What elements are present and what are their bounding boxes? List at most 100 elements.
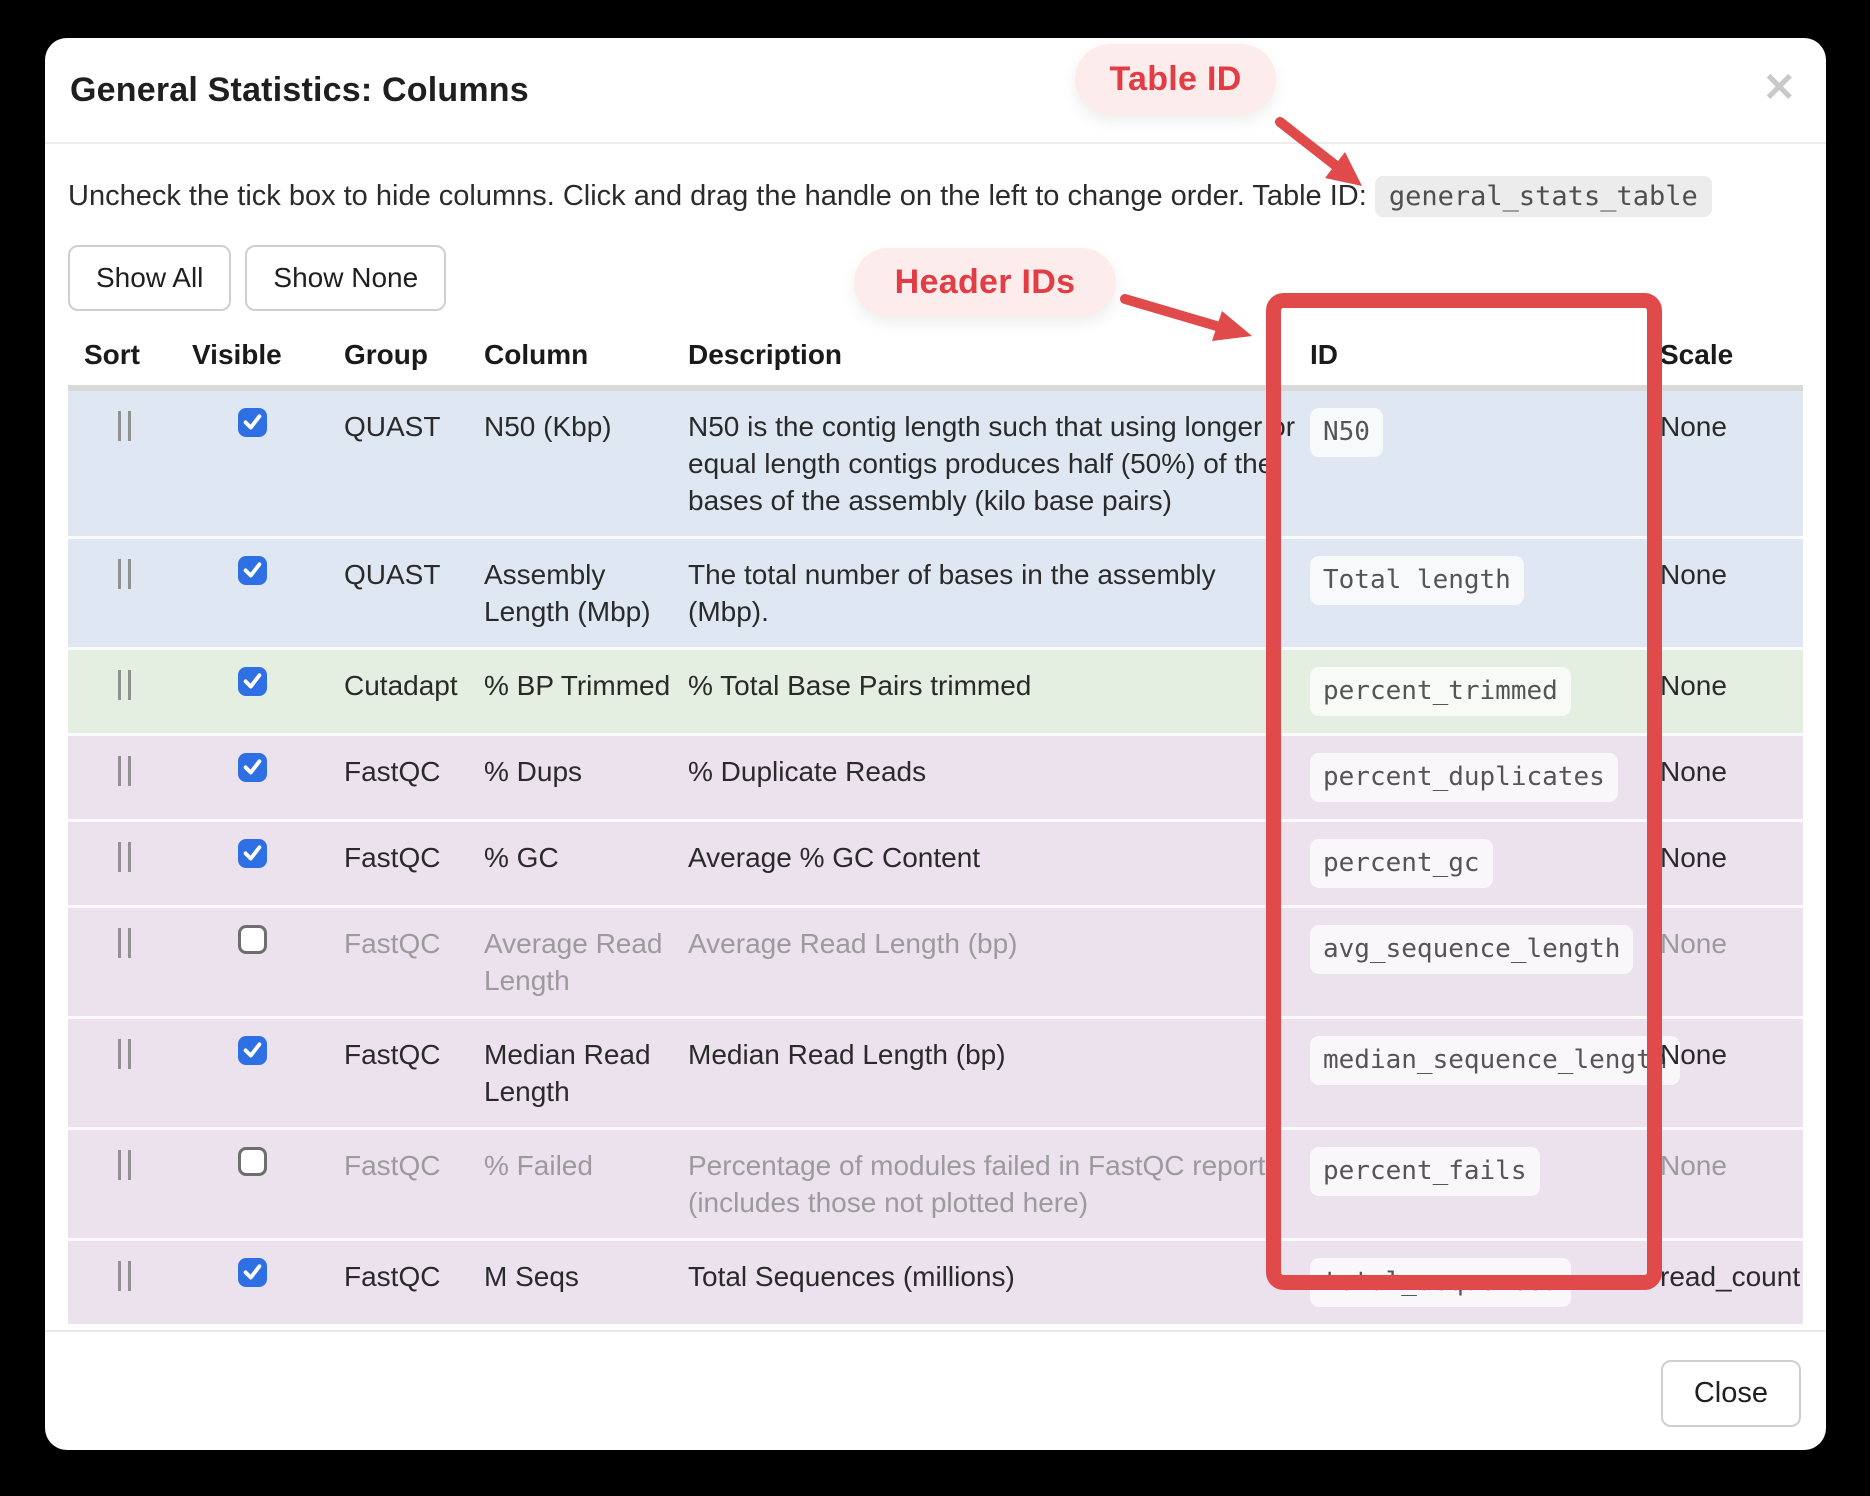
checkbox-checked[interactable] bbox=[238, 1036, 267, 1065]
visible-cell bbox=[190, 1016, 338, 1127]
column-cell: N50 (Kbp) bbox=[478, 391, 682, 536]
header-sort: Sort bbox=[68, 327, 190, 391]
modal-body: Uncheck the tick box to hide columns. Cl… bbox=[45, 180, 1826, 1324]
id-chip: N50 bbox=[1310, 408, 1383, 457]
id-cell: percent_trimmed bbox=[1304, 647, 1654, 733]
column-cell: % GC bbox=[478, 819, 682, 905]
group-cell: Cutadapt bbox=[338, 647, 478, 733]
visible-cell bbox=[190, 819, 338, 905]
group-cell: FastQC bbox=[338, 1127, 478, 1238]
screenshot-canvas: General Statistics: Columns ✕ Uncheck th… bbox=[0, 0, 1870, 1496]
checkbox-unchecked[interactable] bbox=[238, 1147, 267, 1176]
visible-cell bbox=[190, 1238, 338, 1324]
scale-cell: None bbox=[1654, 391, 1803, 536]
scale-cell: None bbox=[1654, 819, 1803, 905]
drag-handle-icon[interactable] bbox=[118, 670, 131, 700]
scale-cell: None bbox=[1654, 733, 1803, 819]
group-cell: FastQC bbox=[338, 1016, 478, 1127]
group-cell: QUAST bbox=[338, 536, 478, 647]
drag-handle-icon[interactable] bbox=[118, 411, 131, 441]
group-cell: QUAST bbox=[338, 391, 478, 536]
visible-cell bbox=[190, 1127, 338, 1238]
table-row: FastQCM SeqsTotal Sequences (millions)to… bbox=[68, 1238, 1803, 1324]
scale-cell: read_count bbox=[1654, 1238, 1803, 1324]
scale-cell: None bbox=[1654, 536, 1803, 647]
description-cell: Average % GC Content bbox=[682, 819, 1304, 905]
visible-cell bbox=[190, 536, 338, 647]
instructions-text: Uncheck the tick box to hide columns. Cl… bbox=[68, 180, 1803, 213]
show-all-button[interactable]: Show All bbox=[68, 245, 231, 311]
header-group: Group bbox=[338, 327, 478, 391]
sort-cell bbox=[68, 733, 190, 819]
drag-handle-icon[interactable] bbox=[118, 842, 131, 872]
visible-cell bbox=[190, 733, 338, 819]
table-row: FastQCAverage Read LengthAverage Read Le… bbox=[68, 905, 1803, 1016]
group-cell: FastQC bbox=[338, 1238, 478, 1324]
instructions-label: Uncheck the tick box to hide columns. Cl… bbox=[68, 180, 1367, 212]
drag-handle-icon[interactable] bbox=[118, 756, 131, 786]
description-cell: N50 is the contig length such that using… bbox=[682, 391, 1304, 536]
id-cell: percent_gc bbox=[1304, 819, 1654, 905]
sort-cell bbox=[68, 1127, 190, 1238]
table-row: FastQC% FailedPercentage of modules fail… bbox=[68, 1127, 1803, 1238]
sort-cell bbox=[68, 647, 190, 733]
modal-header: General Statistics: Columns ✕ bbox=[45, 38, 1826, 144]
checkbox-checked[interactable] bbox=[238, 408, 267, 437]
modal-title: General Statistics: Columns bbox=[70, 71, 529, 110]
id-cell: percent_fails bbox=[1304, 1127, 1654, 1238]
table-row: FastQC% GCAverage % GC Contentpercent_gc… bbox=[68, 819, 1803, 905]
sort-cell bbox=[68, 1238, 190, 1324]
id-chip: percent_gc bbox=[1310, 839, 1493, 888]
scale-cell: None bbox=[1654, 1016, 1803, 1127]
checkbox-checked[interactable] bbox=[238, 839, 267, 868]
drag-handle-icon[interactable] bbox=[118, 1261, 131, 1291]
drag-handle-icon[interactable] bbox=[118, 928, 131, 958]
group-cell: FastQC bbox=[338, 905, 478, 1016]
header-column: Column bbox=[478, 327, 682, 391]
checkbox-checked[interactable] bbox=[238, 753, 267, 782]
id-cell: avg_sequence_length bbox=[1304, 905, 1654, 1016]
id-chip: percent_duplicates bbox=[1310, 753, 1618, 802]
id-cell: N50 bbox=[1304, 391, 1654, 536]
columns-table: Sort Visible Group Column Description ID… bbox=[68, 327, 1803, 1324]
scale-cell: None bbox=[1654, 905, 1803, 1016]
description-cell: Median Read Length (bp) bbox=[682, 1016, 1304, 1127]
table-row: Cutadapt% BP Trimmed% Total Base Pairs t… bbox=[68, 647, 1803, 733]
header-id: ID bbox=[1304, 327, 1654, 391]
column-cell: Median Read Length bbox=[478, 1016, 682, 1127]
column-cell: Average Read Length bbox=[478, 905, 682, 1016]
table-id-code: general_stats_table bbox=[1375, 176, 1712, 217]
description-cell: Percentage of modules failed in FastQC r… bbox=[682, 1127, 1304, 1238]
column-cell: % Dups bbox=[478, 733, 682, 819]
id-cell: total_sequences bbox=[1304, 1238, 1654, 1324]
close-icon[interactable]: ✕ bbox=[1762, 68, 1796, 108]
drag-handle-icon[interactable] bbox=[118, 559, 131, 589]
checkbox-unchecked[interactable] bbox=[238, 925, 267, 954]
scale-cell: None bbox=[1654, 1127, 1803, 1238]
sort-cell bbox=[68, 391, 190, 536]
checkbox-checked[interactable] bbox=[238, 556, 267, 585]
id-cell: median_sequence_length bbox=[1304, 1016, 1654, 1127]
drag-handle-icon[interactable] bbox=[118, 1150, 131, 1180]
checkbox-checked[interactable] bbox=[238, 1258, 267, 1287]
scale-cell: None bbox=[1654, 647, 1803, 733]
group-cell: FastQC bbox=[338, 819, 478, 905]
drag-handle-icon[interactable] bbox=[118, 1039, 131, 1069]
visible-cell bbox=[190, 391, 338, 536]
header-scale: Scale bbox=[1654, 327, 1803, 391]
visible-cell bbox=[190, 647, 338, 733]
id-chip: median_sequence_length bbox=[1310, 1036, 1680, 1085]
id-chip: avg_sequence_length bbox=[1310, 925, 1633, 974]
checkbox-checked[interactable] bbox=[238, 667, 267, 696]
id-chip: Total length bbox=[1310, 556, 1524, 605]
show-none-button[interactable]: Show None bbox=[245, 245, 446, 311]
sort-cell bbox=[68, 819, 190, 905]
close-button[interactable]: Close bbox=[1661, 1360, 1801, 1427]
columns-table-body: QUASTN50 (Kbp)N50 is the contig length s… bbox=[68, 391, 1803, 1324]
id-cell: Total length bbox=[1304, 536, 1654, 647]
description-cell: % Duplicate Reads bbox=[682, 733, 1304, 819]
id-chip: percent_fails bbox=[1310, 1147, 1540, 1196]
id-chip: total_sequences bbox=[1310, 1258, 1571, 1307]
description-cell: % Total Base Pairs trimmed bbox=[682, 647, 1304, 733]
column-cell: % BP Trimmed bbox=[478, 647, 682, 733]
